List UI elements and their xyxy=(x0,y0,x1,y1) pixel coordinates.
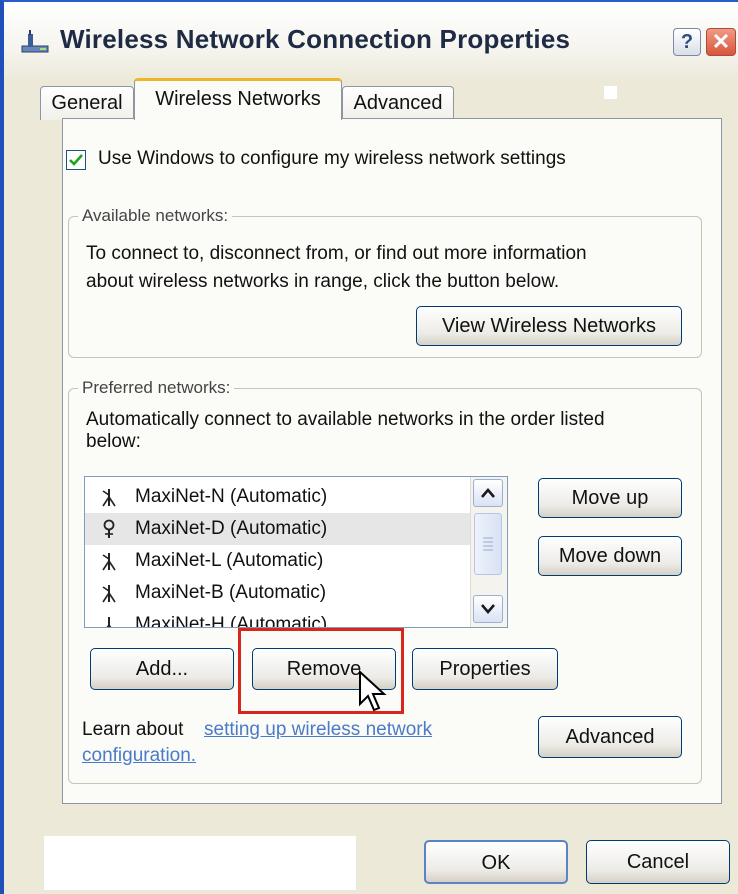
network-name: MaxiNet-N (Automatic) xyxy=(135,486,328,507)
network-name: MaxiNet-D (Automatic) xyxy=(135,518,328,539)
preferred-description-line1: Automatically connect to available netwo… xyxy=(86,409,605,430)
list-scrollbar[interactable] xyxy=(470,477,507,627)
network-name: MaxiNet-H (Automatic) xyxy=(135,614,328,628)
preferred-networks-list[interactable]: MaxiNet-N (Automatic) MaxiNet-D (Automat… xyxy=(84,476,508,628)
close-button[interactable]: ✕ xyxy=(706,28,736,56)
available-networks-title: Available networks: xyxy=(78,206,233,226)
list-item[interactable]: MaxiNet-D (Automatic) xyxy=(85,513,471,545)
wireless-antenna-icon xyxy=(102,585,116,603)
tab-label: Wireless Networks xyxy=(155,88,321,110)
list-item[interactable]: MaxiNet-H (Automatic) xyxy=(85,609,471,628)
wireless-antenna-icon xyxy=(102,553,116,571)
list-item[interactable]: MaxiNet-L (Automatic) xyxy=(85,545,471,577)
move-up-button[interactable]: Move up xyxy=(538,478,682,518)
wireless-antenna-icon xyxy=(102,489,116,507)
properties-window: Wireless Network Connection Properties ?… xyxy=(0,0,738,894)
scroll-up-button[interactable] xyxy=(473,479,503,507)
scroll-thumb[interactable] xyxy=(474,513,502,575)
cancel-button[interactable]: Cancel xyxy=(586,840,730,884)
network-name: MaxiNet-B (Automatic) xyxy=(135,582,327,603)
configure-checkbox-label[interactable]: Use Windows to configure my wireless net… xyxy=(98,148,566,170)
checkmark-icon xyxy=(69,154,83,166)
title-bar[interactable]: Wireless Network Connection Properties ?… xyxy=(4,2,738,82)
view-wireless-networks-button[interactable]: View Wireless Networks xyxy=(416,306,682,346)
scroll-down-button[interactable] xyxy=(473,595,503,623)
chevron-up-icon xyxy=(481,488,495,498)
setup-wireless-link-line1[interactable]: setting up wireless network xyxy=(204,716,432,744)
help-button[interactable]: ? xyxy=(673,28,701,56)
configure-checkbox[interactable] xyxy=(66,150,86,170)
blank-area xyxy=(44,836,356,890)
chevron-down-icon xyxy=(481,604,495,614)
tab-label: General xyxy=(51,92,123,114)
network-connection-icon xyxy=(21,30,49,53)
advanced-button[interactable]: Advanced xyxy=(538,716,682,758)
tab-general[interactable]: General xyxy=(40,86,134,120)
network-name: MaxiNet-L (Automatic) xyxy=(135,550,324,571)
preferred-networks-title: Preferred networks: xyxy=(78,378,235,398)
tab-label: Advanced xyxy=(353,92,443,114)
preferred-description-line2: below: xyxy=(86,431,141,452)
add-button[interactable]: Add... xyxy=(90,648,234,690)
blank-square xyxy=(604,86,617,99)
learn-about-label: Learn about xyxy=(82,719,184,740)
mouse-pointer-icon xyxy=(359,670,387,712)
tab-wireless-networks[interactable]: Wireless Networks xyxy=(134,78,342,120)
wireless-antenna-icon xyxy=(106,617,112,627)
list-item[interactable]: MaxiNet-N (Automatic) xyxy=(85,481,471,513)
grip-icon xyxy=(483,537,493,551)
setup-wireless-link-line2[interactable]: configuration. xyxy=(82,742,196,770)
list-item[interactable]: MaxiNet-B (Automatic) xyxy=(85,577,471,609)
ok-button[interactable]: OK xyxy=(424,840,568,884)
wireless-connected-icon xyxy=(103,519,115,538)
properties-button[interactable]: Properties xyxy=(412,648,558,690)
tab-advanced[interactable]: Advanced xyxy=(342,86,454,120)
window-title: Wireless Network Connection Properties xyxy=(60,24,571,54)
move-down-button[interactable]: Move down xyxy=(538,536,682,576)
available-description-line2: about wireless networks in range, click … xyxy=(86,271,560,292)
available-description-line1: To connect to, disconnect from, or find … xyxy=(86,243,587,264)
